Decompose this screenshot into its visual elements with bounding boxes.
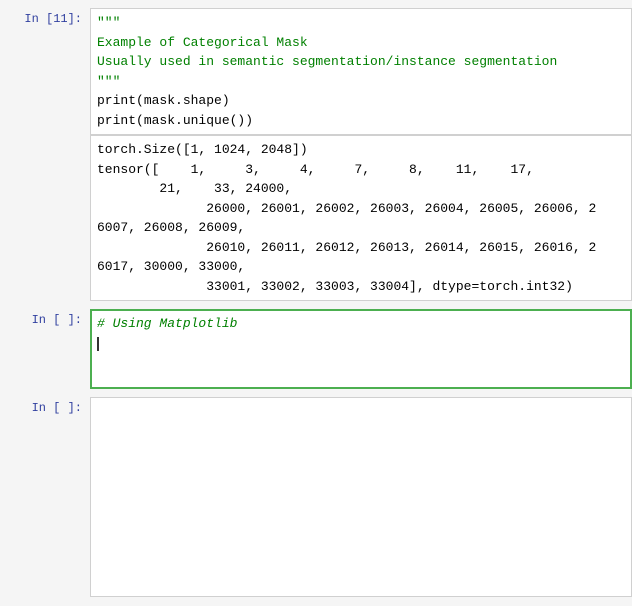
cell-active: In [ ]: # Using Matplotlib (0, 309, 632, 389)
notebook: In [11]: """ Example of Categorical Mask… (0, 0, 632, 606)
output-11-label (0, 135, 90, 301)
cell-11: In [11]: """ Example of Categorical Mask… (0, 8, 632, 135)
cell-11-code[interactable]: """ Example of Categorical Mask Usually … (90, 8, 632, 135)
cell-empty-code[interactable] (90, 397, 632, 597)
cell-active-code[interactable]: # Using Matplotlib (90, 309, 632, 389)
cell-empty: In [ ]: (0, 397, 632, 597)
cell-11-label: In [11]: (0, 8, 90, 26)
output-11-content: torch.Size([1, 1024, 2048]) tensor([ 1, … (90, 135, 632, 301)
cell-active-label: In [ ]: (0, 309, 90, 327)
cell-empty-label: In [ ]: (0, 397, 90, 415)
cell-11-output: torch.Size([1, 1024, 2048]) tensor([ 1, … (0, 135, 632, 301)
